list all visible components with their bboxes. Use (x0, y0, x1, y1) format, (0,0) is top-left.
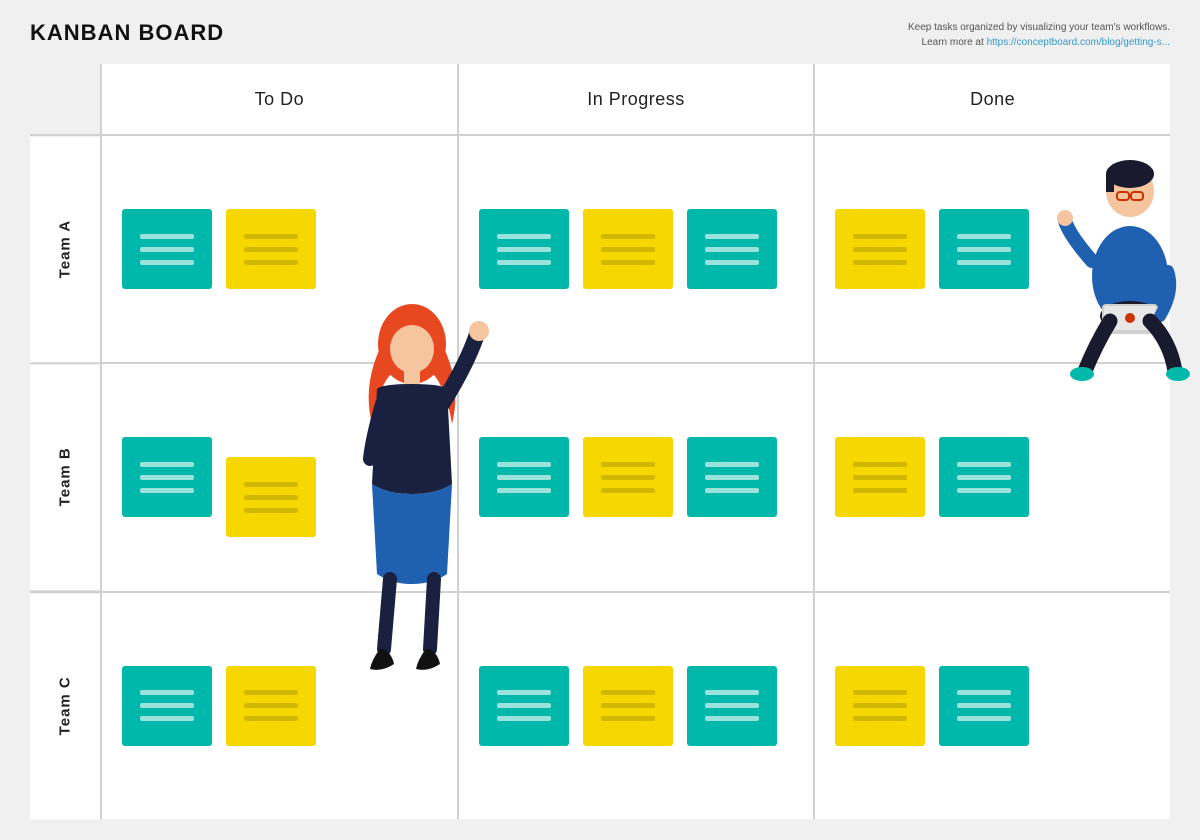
cell-b-todo (102, 364, 457, 590)
woman-illustration (322, 284, 502, 704)
sticky-note (583, 666, 673, 746)
col-header-done: Done (815, 64, 1170, 134)
note-text: Keep tasks organized by visualizing your… (908, 22, 1170, 33)
row-header-a: Team A (30, 136, 100, 362)
sticky-note (122, 666, 212, 746)
note-text2: Learn more at (922, 37, 984, 48)
note-link[interactable]: https://conceptboard.com/blog/getting-s.… (987, 37, 1170, 48)
sticky-note (939, 666, 1029, 746)
sticky-note (687, 437, 777, 517)
sticky-note (687, 209, 777, 289)
man-illustration (1060, 116, 1200, 396)
sticky-note (835, 437, 925, 517)
sticky-note (583, 209, 673, 289)
kanban-board: To Do In Progress Done Team A (30, 64, 1170, 819)
top-note: Keep tasks organized by visualizing your… (908, 20, 1170, 50)
sticky-note (835, 666, 925, 746)
cell-a-done (815, 136, 1170, 362)
corner-cell (30, 64, 100, 134)
sticky-note (939, 437, 1029, 517)
page-title: KANBAN BOARD (30, 20, 224, 46)
row-header-b: Team B (30, 364, 100, 590)
sticky-note (226, 457, 316, 537)
cell-c-inprogress (459, 593, 814, 819)
sticky-note (939, 209, 1029, 289)
sticky-note (226, 209, 316, 289)
sticky-note (226, 666, 316, 746)
col-header-inprogress: In Progress (459, 64, 814, 134)
sticky-note (687, 666, 777, 746)
sticky-note (122, 209, 212, 289)
cell-b-inprogress (459, 364, 814, 590)
cell-b-done (815, 364, 1170, 590)
sticky-note (835, 209, 925, 289)
top-bar: KANBAN BOARD Keep tasks organized by vis… (30, 20, 1170, 50)
cell-a-inprogress (459, 136, 814, 362)
col-header-todo: To Do (102, 64, 457, 134)
cell-c-done (815, 593, 1170, 819)
page-wrapper: KANBAN BOARD Keep tasks organized by vis… (0, 0, 1200, 840)
sticky-note (479, 209, 569, 289)
sticky-note (583, 437, 673, 517)
row-header-c: Team C (30, 593, 100, 819)
sticky-note (122, 437, 212, 517)
